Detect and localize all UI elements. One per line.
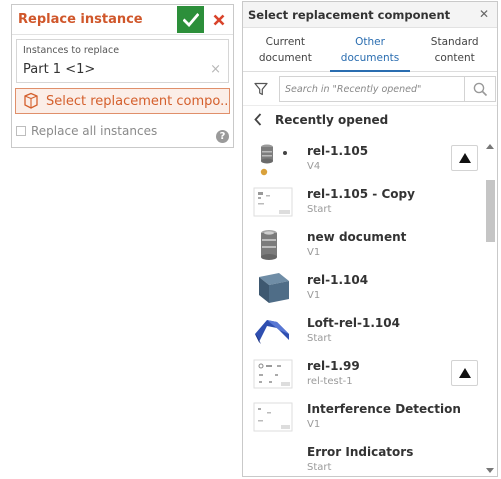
- up-arrow-button[interactable]: [451, 360, 478, 386]
- select-replacement-label: Select replacement compo...: [46, 93, 230, 109]
- drawing-thumbnail: [253, 402, 293, 432]
- search-button[interactable]: [465, 76, 496, 102]
- list-item[interactable]: Error Indicators Start: [243, 440, 483, 476]
- up-arrow-button[interactable]: [451, 145, 478, 171]
- replace-instance-dialog: Replace instance Instances to replace Pa…: [11, 4, 234, 148]
- search-box[interactable]: [279, 76, 465, 102]
- instances-field-label: Instances to replace: [23, 45, 120, 56]
- item-version: V4: [307, 161, 321, 172]
- panel-title: Select replacement component: [248, 7, 451, 22]
- drawing-thumbnail: [253, 187, 293, 217]
- replace-all-label: Replace all instances: [31, 124, 158, 138]
- loft-thumbnail: [255, 320, 289, 344]
- close-icon: [213, 14, 225, 25]
- tab-label: document: [258, 51, 312, 64]
- clear-icon[interactable]: ×: [210, 62, 221, 77]
- item-name: rel-1.104: [307, 273, 369, 287]
- list-item[interactable]: Interference Detection V1: [243, 397, 483, 440]
- list-item[interactable]: rel-1.105 - Copy Start: [243, 182, 483, 225]
- filter-icon[interactable]: [254, 82, 268, 96]
- scrollbar-thumb[interactable]: [486, 180, 495, 242]
- list-item[interactable]: rel-1.99 rel-test-1: [243, 354, 483, 397]
- help-icon[interactable]: ?: [216, 130, 229, 143]
- item-version: Start: [307, 204, 332, 215]
- replace-all-row[interactable]: Replace all instances: [16, 124, 157, 138]
- item-name: rel-1.105: [307, 144, 369, 158]
- list-item[interactable]: new document V1: [243, 225, 483, 268]
- tab-bar: Current document Other documents Standard c…: [243, 28, 497, 72]
- search-row: [243, 72, 497, 106]
- item-version: V1: [307, 247, 321, 258]
- item-name: Loft-rel-1.104: [307, 316, 400, 330]
- panel-header: Select replacement component ✕: [243, 2, 497, 28]
- list-item[interactable]: Loft-rel-1.104 Start: [243, 311, 483, 354]
- item-name: rel-1.99: [307, 359, 360, 373]
- tab-label: Other: [355, 35, 385, 48]
- dialog-header: Replace instance: [12, 5, 233, 35]
- item-version: rel-test-1: [307, 376, 353, 387]
- select-replacement-panel: Select replacement component ✕ Current do…: [242, 1, 498, 477]
- tab-other-documents[interactable]: Other documents: [328, 28, 413, 72]
- document-list: rel-1.105 V4 rel-1.105 - Copy Start new …: [243, 139, 483, 476]
- triangle-up-icon: [458, 368, 471, 378]
- list-item[interactable]: rel-1.105 V4: [243, 139, 483, 182]
- recently-opened-nav: Recently opened: [243, 106, 497, 134]
- list-item[interactable]: rel-1.104 V1: [243, 268, 483, 311]
- item-version: Start: [307, 333, 332, 344]
- tab-label: content: [434, 51, 475, 64]
- tab-label: documents: [340, 51, 400, 64]
- tab-current-document[interactable]: Current document: [243, 28, 328, 71]
- search-input[interactable]: [283, 77, 463, 102]
- part-icon: [24, 92, 38, 109]
- tab-standard-content[interactable]: Standard content: [412, 28, 497, 71]
- cylinder-thumbnail: [261, 230, 277, 260]
- item-name: Error Indicators: [307, 445, 414, 459]
- replace-all-checkbox[interactable]: [16, 126, 26, 136]
- checkmark-icon: [182, 12, 199, 27]
- item-name: rel-1.105 - Copy: [307, 187, 415, 201]
- item-version: V1: [307, 419, 321, 430]
- tab-label: Standard: [430, 35, 479, 48]
- scroll-down-icon[interactable]: [486, 468, 494, 473]
- item-version: Start: [307, 462, 332, 473]
- chevron-left-icon[interactable]: [254, 113, 262, 126]
- item-name: new document: [307, 230, 407, 244]
- block-thumbnail: [259, 273, 289, 303]
- accept-button[interactable]: [177, 6, 204, 33]
- item-name: Interference Detection: [307, 402, 461, 416]
- select-replacement-button[interactable]: Select replacement compo...: [15, 88, 230, 114]
- tab-label: Current: [265, 35, 306, 48]
- cylinder-parts-thumbnail: [260, 144, 287, 176]
- instances-field-value: Part 1 <1>: [23, 62, 96, 77]
- cancel-button[interactable]: [208, 6, 230, 33]
- search-icon: [473, 82, 487, 96]
- nav-label: Recently opened: [275, 113, 389, 127]
- drawing-thumbnail: [253, 359, 293, 389]
- dialog-title: Replace instance: [18, 12, 143, 27]
- scrollbar[interactable]: [483, 139, 497, 476]
- item-version: V1: [307, 290, 321, 301]
- close-icon[interactable]: ✕: [479, 7, 489, 21]
- triangle-up-icon: [458, 153, 471, 163]
- instances-to-replace-field[interactable]: Instances to replace Part 1 <1> ×: [16, 39, 229, 83]
- scroll-up-icon[interactable]: [486, 144, 494, 149]
